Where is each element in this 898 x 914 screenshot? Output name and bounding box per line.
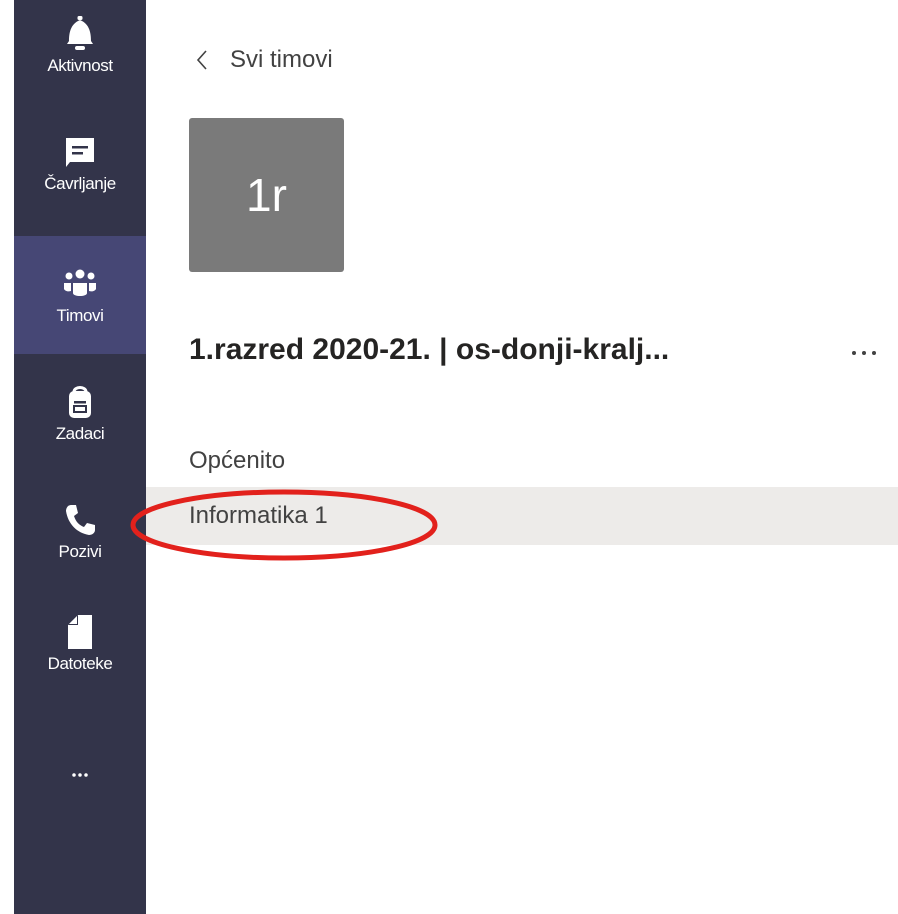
app-bar-label: Pozivi: [58, 542, 102, 561]
app-bar-label: Datoteke: [47, 654, 113, 673]
channel-label: Informatika 1: [189, 502, 328, 529]
app-bar-label: Timovi: [56, 306, 104, 325]
team-name: 1.razred 2020-21. | os-donji-kralj...: [189, 333, 670, 366]
assignments-icon: [69, 386, 91, 418]
chevron-left-icon: [196, 50, 207, 70]
app-bar-item-calls[interactable]: Pozivi: [14, 500, 146, 588]
team-pane: Svi timovi 1r 1.razred 2020-21. | os-don…: [146, 0, 898, 914]
phone-icon: [66, 505, 95, 535]
app-bar-item-activity[interactable]: Aktivnost: [14, 14, 146, 102]
app-bar-label: Zadaci: [55, 424, 105, 443]
app-bar-item-assignments[interactable]: Zadaci: [14, 382, 146, 470]
ellipsis-icon: [72, 773, 88, 777]
app-bar: Aktivnost Čavrljanje Timovi Zadaci Poziv…: [14, 0, 146, 914]
app-bar-item-chat[interactable]: Čavrljanje: [14, 132, 146, 228]
app-bar-more-apps[interactable]: [14, 750, 146, 800]
back-to-all-teams-link[interactable]: Svi timovi: [194, 40, 333, 80]
team-avatar: 1r: [189, 118, 344, 272]
chat-icon: [66, 138, 94, 167]
back-label: Svi timovi: [230, 46, 333, 73]
channel-item-informatika[interactable]: Informatika 1: [146, 487, 898, 545]
teams-icon: [64, 269, 96, 296]
app-bar-item-files[interactable]: Datoteke: [14, 612, 146, 708]
app-bar-label: Aktivnost: [47, 56, 113, 75]
more-horizontal-icon[interactable]: [846, 343, 886, 363]
app-bar-label: Čavrljanje: [44, 174, 116, 193]
channel-label: Općenito: [189, 447, 286, 474]
file-icon: [68, 615, 92, 649]
app-bar-item-teams[interactable]: Timovi: [14, 236, 146, 354]
teams-app: Aktivnost Čavrljanje Timovi Zadaci Poziv…: [0, 0, 898, 914]
channel-item-general[interactable]: Općenito: [146, 432, 898, 490]
bell-icon: [67, 16, 93, 50]
team-initials: 1r: [246, 169, 287, 221]
